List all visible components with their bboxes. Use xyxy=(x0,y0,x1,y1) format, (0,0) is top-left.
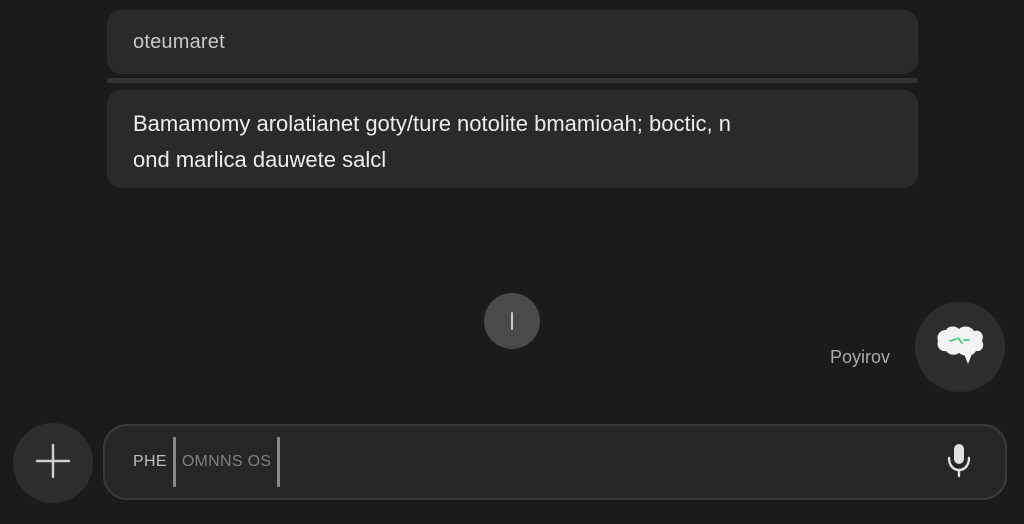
divider xyxy=(107,78,918,83)
composer-chip[interactable]: PHE xyxy=(133,453,167,471)
add-button[interactable] xyxy=(13,423,93,503)
text-cursor xyxy=(277,437,281,487)
message-line-2: ond marlica dauwete salcl xyxy=(133,147,387,172)
message-composer[interactable]: PHE OMNNS OS xyxy=(103,424,1007,500)
text-cursor xyxy=(172,437,176,487)
header-card[interactable]: oteumaret xyxy=(107,10,918,74)
message-card: Bamamomy arolatianet goty/ture notolite … xyxy=(107,90,918,188)
assistant-button[interactable] xyxy=(915,302,1005,392)
scroll-down-icon xyxy=(507,309,517,333)
message-input[interactable]: OMNNS OS xyxy=(182,453,272,471)
plus-icon xyxy=(33,441,73,486)
assistant-bubble-icon xyxy=(934,322,986,373)
assistant-label: Poyirov xyxy=(830,347,891,367)
chat-screen: oteumaret Bamamomy arolatianet goty/ture… xyxy=(0,0,1024,524)
mic-button[interactable] xyxy=(941,442,977,482)
message-line-1: Bamamomy arolatianet goty/ture notolite … xyxy=(133,111,731,136)
header-card-text: oteumaret xyxy=(133,30,225,53)
scroll-down-button[interactable] xyxy=(484,293,540,349)
microphone-icon xyxy=(946,442,972,483)
